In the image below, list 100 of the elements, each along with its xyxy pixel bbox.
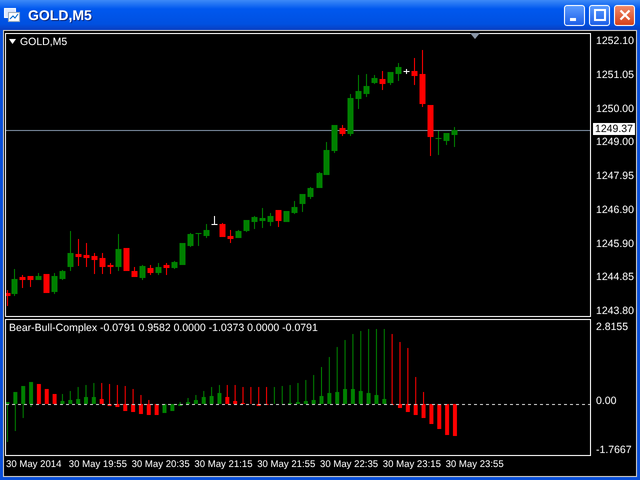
- candlestick: [164, 262, 170, 276]
- histogram-bar: [217, 393, 222, 404]
- price-axis-label: 1244.85: [596, 271, 633, 284]
- histogram-line: [282, 386, 283, 404]
- close-icon: [618, 9, 630, 21]
- candlestick: [332, 124, 338, 154]
- candlestick: [108, 262, 114, 274]
- time-axis-label: 30 May 22:35: [320, 458, 380, 471]
- histogram-bar: [21, 386, 26, 404]
- close-button[interactable]: [614, 4, 635, 26]
- minimize-icon: [570, 18, 576, 20]
- time-axis-label: 30 May 20:35: [132, 458, 191, 471]
- histogram-bar: [162, 404, 166, 413]
- candlestick: [132, 266, 138, 278]
- histogram-bar: [170, 404, 174, 411]
- histogram-bar: [44, 389, 49, 404]
- time-axis-label: 30 May 23:55: [446, 458, 505, 471]
- candlestick: [44, 274, 50, 294]
- price-axis-label: 1249.00: [596, 136, 633, 148]
- candlestick: [196, 232, 202, 246]
- histogram-line: [124, 386, 126, 404]
- histogram-bar: [210, 396, 214, 404]
- time-axis-label: 30 May 19:55: [68, 458, 128, 471]
- current-price-tag: 1249.37: [593, 123, 635, 135]
- histogram-bar: [225, 397, 230, 404]
- histogram-line: [392, 334, 393, 404]
- candlestick: [244, 220, 250, 232]
- histogram-line: [14, 404, 16, 432]
- candlestick: [180, 242, 186, 266]
- histogram-bar: [445, 404, 450, 435]
- maximize-icon: [594, 9, 606, 21]
- histogram-bar: [320, 396, 324, 404]
- histogram-line: [109, 384, 110, 404]
- candlestick: [380, 70, 386, 90]
- histogram-bar: [358, 391, 363, 404]
- histogram-bar: [76, 399, 80, 404]
- histogram-bar: [422, 404, 426, 418]
- candlestick: [268, 212, 274, 226]
- price-axis-label: 1247.95: [596, 170, 633, 182]
- histogram-bar: [100, 399, 104, 404]
- histogram-bar: [398, 404, 402, 408]
- candlestick: [340, 124, 346, 136]
- histogram-line: [266, 386, 268, 404]
- candlestick: [116, 234, 122, 272]
- histogram-bar: [138, 404, 143, 414]
- time-axis-label: 30 May 2014: [6, 458, 62, 471]
- histogram-bar: [452, 404, 457, 436]
- histogram-bar: [304, 401, 308, 404]
- histogram-line: [132, 388, 134, 404]
- histogram-bar: [233, 401, 238, 404]
- price-axis-label: 1243.80: [596, 305, 633, 317]
- indicator-axis-label: -1.7667: [596, 444, 633, 456]
- indicator-axis-label: 0.00: [596, 394, 618, 407]
- histogram-line: [407, 348, 408, 404]
- histogram-bar: [343, 389, 348, 404]
- histogram-bar: [406, 404, 410, 412]
- histogram-line: [148, 400, 150, 404]
- histogram-bar: [414, 404, 418, 415]
- candlestick: [300, 194, 306, 212]
- histogram-line: [290, 384, 291, 404]
- candlestick: [308, 186, 314, 200]
- candlestick: [188, 232, 194, 248]
- chart-window-icon: [4, 8, 20, 22]
- symbol-label[interactable]: GOLD,M5: [20, 36, 68, 48]
- candlestick: [260, 208, 266, 228]
- candlestick: [348, 94, 354, 136]
- price-axis-label: 1252.10: [596, 35, 633, 47]
- candlestick: [364, 74, 370, 98]
- candlestick: [68, 230, 74, 272]
- window-title: GOLD,M5: [28, 6, 93, 24]
- candlestick: [28, 276, 34, 288]
- candlestick: [412, 58, 418, 86]
- maximize-button[interactable]: [589, 4, 610, 26]
- histogram-bar: [115, 404, 120, 407]
- histogram-bar: [13, 392, 18, 404]
- histogram-bar: [131, 404, 136, 412]
- chart-shift-marker-icon[interactable]: [470, 33, 480, 39]
- histogram-line: [140, 394, 142, 404]
- candlestick: [52, 272, 58, 294]
- candlestick: [204, 224, 210, 238]
- histogram-line: [250, 386, 252, 404]
- histogram-bar: [146, 404, 151, 415]
- price-axis-label: 1246.90: [596, 204, 633, 216]
- candlestick: [436, 130, 442, 156]
- time-axis-label: 30 May 21:55: [257, 458, 316, 471]
- histogram-line: [274, 386, 275, 404]
- histogram-bar: [123, 404, 128, 411]
- candlestick: [276, 210, 282, 228]
- candlestick: [60, 270, 66, 280]
- histogram-bar: [374, 395, 378, 404]
- histogram-bar: [154, 404, 159, 415]
- indicator-label: Bear-Bull-Complex -0.0791 0.9582 0.0000 -1.0373 0.0000 -0.0791: [9, 322, 318, 334]
- histogram-line: [116, 384, 118, 404]
- histogram-line: [415, 376, 416, 404]
- candlestick: [284, 210, 290, 222]
- minimize-button[interactable]: [564, 4, 585, 26]
- histogram-bar: [92, 397, 96, 404]
- price-axis-label: 1251.05: [596, 68, 633, 81]
- dropdown-arrow-icon[interactable]: [9, 39, 16, 44]
- histogram-bar: [60, 401, 64, 404]
